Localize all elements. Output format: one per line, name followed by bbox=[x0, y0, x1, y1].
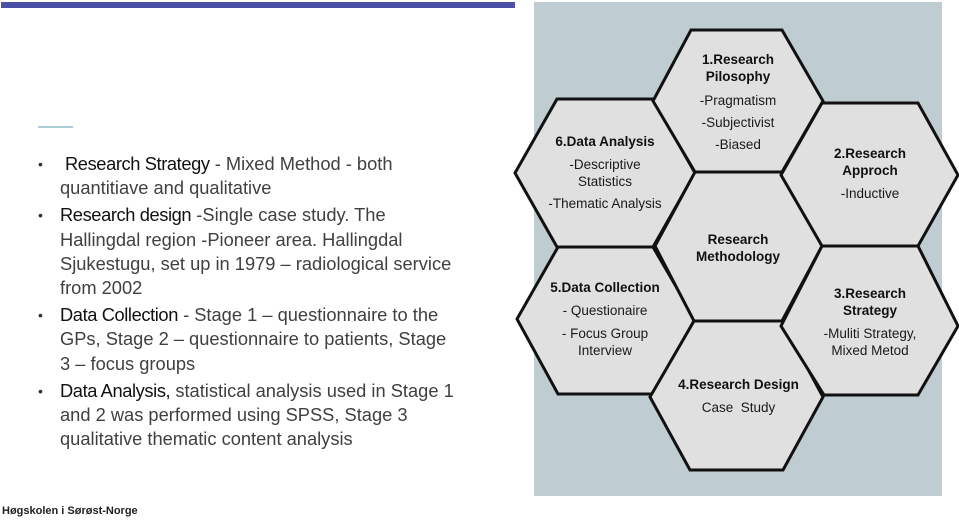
hex-item: -Pragmatism bbox=[699, 93, 777, 108]
hex-data-analysis-text: 6.Data Analysis -Descriptive Statistics … bbox=[530, 133, 680, 212]
hex-title: Pilosophy bbox=[705, 69, 771, 84]
hex-item: Mixed Metod bbox=[831, 343, 909, 358]
hex-title: 6.Data Analysis bbox=[555, 134, 655, 149]
hexagon-diagram bbox=[513, 28, 959, 472]
hex-data-collection-text: 5.Data Collection - Questionaire - Focus… bbox=[530, 279, 680, 359]
hex-research-strategy-text: 3.Research Strategy -Muliti Strategy, Mi… bbox=[795, 285, 945, 359]
hex-title: Strategy bbox=[842, 303, 898, 318]
hex-item: - Focus Group bbox=[561, 326, 649, 341]
hex-title: Research bbox=[707, 232, 769, 247]
hex-title: 5.Data Collection bbox=[550, 280, 660, 295]
hex-item: - Questionaire bbox=[562, 303, 648, 318]
hex-item: -Inductive bbox=[840, 186, 900, 201]
hex-title: 2.Research bbox=[833, 146, 907, 161]
hex-item: -Thematic Analysis bbox=[548, 196, 662, 211]
hex-research-philosophy-text: 1.Research Pilosophy -Pragmatism -Subjec… bbox=[663, 51, 813, 153]
hex-research-methodology-text: Research Methodology bbox=[663, 231, 813, 265]
hex-item: Interview bbox=[577, 343, 633, 358]
hex-title: Approch bbox=[842, 163, 898, 178]
hex-item: -Biased bbox=[715, 137, 761, 152]
hex-title: 3.Research bbox=[833, 286, 907, 301]
hex-title: 4.Research Design bbox=[678, 377, 799, 392]
hex-item: -Muliti Strategy, bbox=[823, 326, 917, 341]
hex-item: -Subjectivist bbox=[701, 115, 775, 130]
hex-title: Methodology bbox=[696, 249, 780, 264]
hex-item: Statistics bbox=[577, 174, 632, 189]
hex-research-design-text: 4.Research Design Case Study bbox=[661, 376, 816, 416]
hex-title: 1.Research bbox=[701, 52, 775, 67]
hex-item: -Descriptive bbox=[569, 157, 641, 172]
hex-research-approach-text: 2.Research Approch -Inductive bbox=[795, 145, 945, 202]
hex-item: Case Study bbox=[701, 400, 776, 415]
